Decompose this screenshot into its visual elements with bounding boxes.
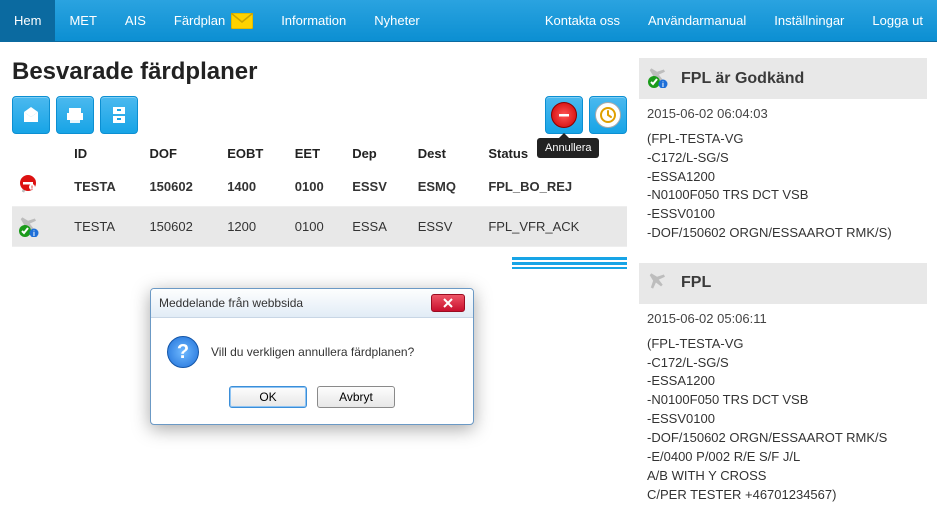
th-icon	[12, 140, 68, 167]
nav-kontakta[interactable]: Kontakta oss	[531, 0, 634, 41]
fpl-line: -ESSA1200	[647, 168, 919, 187]
th-eet: EET	[289, 140, 346, 167]
dialog-titlebar: Meddelande från webbsida	[151, 289, 473, 318]
fpl-line: -ESSV0100	[647, 410, 919, 429]
approved-icon: i	[647, 64, 675, 93]
cell-dest: ESMQ	[412, 167, 483, 207]
svg-text:i: i	[662, 82, 664, 88]
dialog-ok-button[interactable]: OK	[229, 386, 307, 408]
th-id: ID	[68, 140, 143, 167]
delay-button[interactable]	[589, 96, 627, 134]
fpl-line: -C172/L-SG/S	[647, 354, 919, 373]
separator-stripes	[512, 255, 627, 269]
panel-header: FPL	[639, 263, 927, 304]
toolbar: Annullera	[12, 96, 627, 134]
dialog-close-button[interactable]	[431, 294, 465, 312]
page-title: Besvarade färdplaner	[12, 58, 627, 86]
fpl-line: -C172/L-SG/S	[647, 149, 919, 168]
svg-text:i: i	[33, 231, 35, 237]
cell-id: TESTA	[68, 207, 143, 247]
nav-met[interactable]: MET	[55, 0, 110, 41]
table-header-row: ID DOF EOBT EET Dep Dest Status	[12, 140, 627, 167]
dialog-cancel-button[interactable]: Avbryt	[317, 386, 395, 408]
dialog-title: Meddelande från webbsida	[159, 296, 431, 310]
archive-button[interactable]	[100, 96, 138, 134]
fpl-line: -ESSA1200	[647, 372, 919, 391]
plane-icon	[647, 269, 675, 298]
fpl-line: -ESSV0100	[647, 205, 919, 224]
cell-eobt: 1400	[221, 167, 289, 207]
panel-title: FPL	[681, 274, 711, 292]
side-panels: i FPL är Godkänd 2015-06-02 06:04:03 (FPL-T…	[639, 58, 937, 524]
cell-dof: 150602	[143, 167, 221, 207]
cancel-button[interactable]: Annullera	[545, 96, 583, 134]
nav-manual[interactable]: Användarmanual	[634, 0, 760, 41]
approved-icon: i	[18, 213, 46, 233]
cell-status: FPL_BO_REJ	[482, 167, 627, 207]
panel-timestamp: 2015-06-02 06:04:03	[647, 105, 919, 124]
side-panel: i FPL är Godkänd 2015-06-02 06:04:03 (FPL-T…	[639, 58, 927, 253]
nav-ais[interactable]: AIS	[111, 0, 160, 41]
open-button[interactable]	[12, 96, 50, 134]
fpl-line: A/B WITH Y CROSS	[647, 467, 919, 486]
fpl-line: -N0100F050 TRS DCT VSB	[647, 186, 919, 205]
fpl-line: -N0100F050 TRS DCT VSB	[647, 391, 919, 410]
panel-body: 2015-06-02 06:04:03 (FPL-TESTA-VG-C172/L-…	[639, 99, 927, 253]
cell-dof: 150602	[143, 207, 221, 247]
table-row[interactable]: i TESTA15060212000100ESSAESSVFPL_VFR_ACK	[12, 207, 627, 247]
cancel-tooltip: Annullera	[537, 138, 599, 158]
th-dest: Dest	[412, 140, 483, 167]
minus-circle-icon	[551, 102, 577, 128]
panel-header: i FPL är Godkänd	[639, 58, 927, 99]
table-row[interactable]: ! TESTA15060214000100ESSVESMQFPL_BO_REJ	[12, 167, 627, 207]
close-icon	[442, 298, 454, 308]
nav-fardplan[interactable]: Färdplan	[160, 0, 267, 41]
nav-installningar[interactable]: Inställningar	[760, 0, 858, 41]
rejected-icon: !	[18, 173, 46, 193]
row-status-icon: i	[12, 207, 68, 247]
fpl-line: -DOF/150602 ORGN/ESSAAROT RMK/S)	[647, 224, 919, 243]
fpl-line: (FPL-TESTA-VG	[647, 130, 919, 149]
panel-body: 2015-06-02 05:06:11 (FPL-TESTA-VG-C172/L-…	[639, 304, 927, 514]
nav-information[interactable]: Information	[267, 0, 360, 41]
confirm-dialog: Meddelande från webbsida ? Vill du verkl…	[150, 288, 474, 425]
cell-eobt: 1200	[221, 207, 289, 247]
svg-text:!: !	[31, 186, 33, 192]
print-button[interactable]	[56, 96, 94, 134]
question-icon: ?	[167, 336, 199, 368]
cell-dep: ESSV	[346, 167, 412, 207]
side-panel: FPL 2015-06-02 05:06:11 (FPL-TESTA-VG-C172…	[639, 263, 927, 514]
mail-icon	[231, 13, 253, 29]
cell-id: TESTA	[68, 167, 143, 207]
cell-dest: ESSV	[412, 207, 483, 247]
nav-hem[interactable]: Hem	[0, 0, 55, 41]
fpl-line: -E/0400 P/002 R/E S/F J/L	[647, 448, 919, 467]
fpl-line: C/PER TESTER +46701234567)	[647, 486, 919, 505]
flightplan-table: ID DOF EOBT EET Dep Dest Status ! TESTA15…	[12, 140, 627, 247]
cell-dep: ESSA	[346, 207, 412, 247]
row-status-icon: !	[12, 167, 68, 207]
fpl-line: -DOF/150602 ORGN/ESSAAROT RMK/S	[647, 429, 919, 448]
dialog-message: Vill du verkligen annullera färdplanen?	[211, 345, 414, 359]
th-dep: Dep	[346, 140, 412, 167]
th-dof: DOF	[143, 140, 221, 167]
th-eobt: EOBT	[221, 140, 289, 167]
top-nav: Hem MET AIS Färdplan Information Nyheter…	[0, 0, 937, 42]
fpl-line: (FPL-TESTA-VG	[647, 335, 919, 354]
panel-timestamp: 2015-06-02 05:06:11	[647, 310, 919, 329]
panel-title: FPL är Godkänd	[681, 70, 804, 88]
cell-eet: 0100	[289, 207, 346, 247]
nav-loggaut[interactable]: Logga ut	[858, 0, 937, 41]
clock-icon	[595, 102, 621, 128]
cell-eet: 0100	[289, 167, 346, 207]
cell-status: FPL_VFR_ACK	[482, 207, 627, 247]
nav-fardplan-label: Färdplan	[174, 13, 225, 28]
nav-nyheter[interactable]: Nyheter	[360, 0, 434, 41]
